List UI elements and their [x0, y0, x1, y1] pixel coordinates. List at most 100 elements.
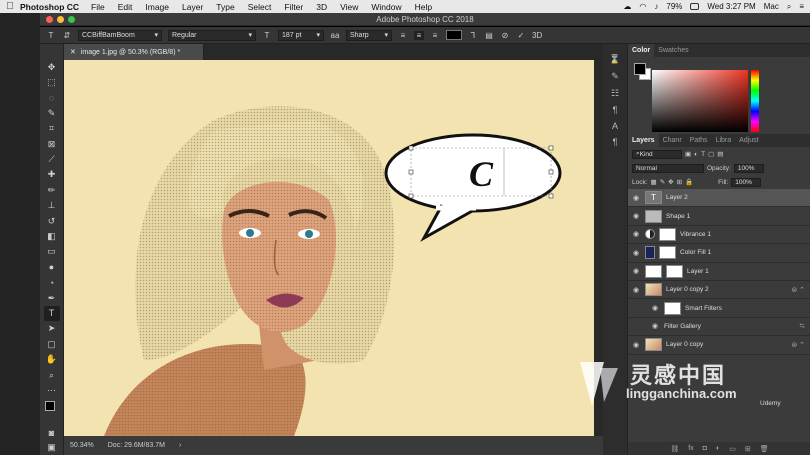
text-orientation-icon[interactable]: ⇵: [62, 31, 72, 40]
more-tools-icon[interactable]: ⋯: [44, 383, 60, 397]
opacity-field[interactable]: 100%: [733, 163, 764, 173]
menu-view[interactable]: View: [340, 2, 358, 12]
layer-name[interactable]: Color Fill 1: [680, 249, 711, 256]
canvas[interactable]: C: [64, 60, 594, 436]
lock-move-icon[interactable]: ✥: [668, 178, 673, 186]
eye-icon[interactable]: ◉: [631, 194, 641, 202]
color-picker-field[interactable]: [652, 70, 748, 132]
zoom-icon[interactable]: [68, 16, 75, 23]
document-tab[interactable]: ✕ image 1.jpg @ 50.3% (RGB/8) *: [64, 44, 204, 60]
hue-slider[interactable]: [751, 70, 759, 132]
menu-window[interactable]: Window: [371, 2, 401, 12]
paragraph-styles-icon[interactable]: ¶: [608, 137, 622, 147]
lock-artboard-icon[interactable]: ⊞: [677, 178, 682, 186]
adjustment-layer-icon[interactable]: ◐: [716, 445, 720, 452]
frame-tool-icon[interactable]: ⊠: [44, 137, 60, 151]
eye-icon[interactable]: ◉: [631, 341, 641, 349]
close-icon[interactable]: [46, 16, 53, 23]
foreground-color[interactable]: [44, 400, 55, 411]
tab-adjustments[interactable]: Adjust: [735, 134, 762, 147]
apple-icon[interactable]: : [0, 1, 20, 12]
lasso-tool-icon[interactable]: ◌: [44, 91, 60, 105]
menu-file[interactable]: File: [91, 2, 105, 12]
kind-filter-select[interactable]: ⌕ Kind: [632, 149, 682, 159]
battery-percent[interactable]: 79%: [666, 2, 682, 11]
filter-type-icon[interactable]: T: [701, 151, 705, 158]
paragraph-icon[interactable]: ¶: [608, 105, 622, 115]
close-tab-icon[interactable]: ✕: [70, 48, 76, 56]
3d-icon[interactable]: 3D: [532, 31, 542, 40]
doc-size[interactable]: Doc: 29.6M/83.7M: [108, 442, 165, 449]
layer-mask-thumb[interactable]: [666, 264, 683, 278]
layer-row[interactable]: ◉ Layer 0 copy ⊜ ⌃: [628, 336, 810, 355]
minimize-icon[interactable]: [57, 16, 64, 23]
quick-mask-icon[interactable]: ◙: [44, 425, 60, 439]
new-layer-icon[interactable]: ⊞: [745, 445, 751, 453]
filter-options-icon[interactable]: ≒: [799, 322, 805, 330]
search-icon[interactable]: ⌕: [787, 2, 791, 12]
foreground-color[interactable]: [634, 63, 646, 75]
new-group-icon[interactable]: ▭: [729, 445, 736, 453]
tab-channels[interactable]: Chanr: [659, 134, 686, 147]
hand-tool-icon[interactable]: ✋: [44, 352, 60, 366]
font-size-field[interactable]: 187 pt ▾: [278, 29, 324, 41]
history-brush-icon[interactable]: ↺: [44, 214, 60, 228]
layer-name[interactable]: Layer 0 copy: [666, 341, 703, 348]
eye-icon[interactable]: ◉: [631, 249, 641, 257]
fx-icon[interactable]: fx: [688, 445, 693, 452]
dodge-tool-icon[interactable]: ◔: [44, 275, 60, 289]
eye-icon[interactable]: ◉: [631, 286, 641, 294]
menu-select[interactable]: Select: [248, 2, 272, 12]
antialias-select[interactable]: Sharp ▾: [346, 29, 392, 41]
properties-icon[interactable]: ☷: [608, 88, 622, 99]
blur-tool-icon[interactable]: ●: [44, 260, 60, 274]
menu-filter[interactable]: Filter: [284, 2, 303, 12]
layer-row[interactable]: ◉ Smart Filters: [628, 299, 810, 318]
font-family-select[interactable]: CCBiffBamBoom ▾: [78, 29, 162, 41]
gradient-tool-icon[interactable]: ▭: [44, 245, 60, 259]
color-swatches[interactable]: [44, 399, 60, 425]
text-color-swatch[interactable]: [446, 30, 462, 40]
cloud-icon[interactable]: ☁: [623, 2, 631, 11]
character-icon[interactable]: A: [608, 121, 622, 131]
character-panel-icon[interactable]: ▤: [484, 31, 494, 40]
tab-color[interactable]: Color: [628, 44, 655, 57]
menu-layer[interactable]: Layer: [182, 2, 203, 12]
layer-name[interactable]: Layer 1: [687, 268, 709, 275]
commit-icon[interactable]: ✓: [516, 31, 526, 40]
menu-type[interactable]: Type: [216, 2, 234, 12]
filter-smart-icon[interactable]: ▤: [717, 150, 723, 158]
filter-pixel-icon[interactable]: ▣: [685, 150, 691, 158]
layer-row[interactable]: ◉ Color Fill 1: [628, 244, 810, 263]
type-tool-icon[interactable]: T: [43, 306, 60, 321]
smart-filter-mask-thumb[interactable]: [664, 301, 681, 315]
screen-mode-icon[interactable]: ▣: [44, 441, 60, 455]
layer-row[interactable]: ◉ Vibrance 1: [628, 226, 810, 245]
layer-name[interactable]: Layer 0 copy 2: [666, 286, 709, 293]
eye-icon[interactable]: ◉: [650, 322, 660, 330]
move-tool-icon[interactable]: ✥: [44, 60, 60, 74]
marquee-tool-icon[interactable]: ⬚: [44, 75, 60, 89]
font-style-select[interactable]: Regular ▾: [168, 29, 256, 41]
layer-name[interactable]: Filter Gallery: [664, 323, 701, 330]
path-select-icon[interactable]: ➤: [44, 322, 60, 336]
shape-tool-icon[interactable]: ▢: [44, 337, 60, 351]
history-icon[interactable]: ⌛: [608, 54, 622, 65]
eye-icon[interactable]: ◉: [650, 304, 660, 312]
clock[interactable]: Wed 3:27 PM: [707, 2, 755, 11]
brush-tool-icon[interactable]: ✏: [44, 183, 60, 197]
pen-tool-icon[interactable]: ✒: [44, 291, 60, 305]
app-menu[interactable]: Photoshop CC: [20, 2, 79, 12]
zoom-level[interactable]: 50.34%: [70, 442, 94, 449]
brush-settings-icon[interactable]: ✎: [608, 71, 622, 82]
fill-field[interactable]: 100%: [731, 177, 762, 187]
cancel-icon[interactable]: ⊘: [500, 31, 510, 40]
eye-icon[interactable]: ◉: [631, 212, 641, 220]
battery-icon[interactable]: [690, 3, 700, 10]
menu-3d[interactable]: 3D: [316, 2, 327, 12]
layer-name[interactable]: Layer 2: [666, 194, 688, 201]
layer-mask-thumb[interactable]: [659, 246, 676, 260]
crop-tool-icon[interactable]: ⌗: [44, 122, 60, 136]
eyedropper-tool-icon[interactable]: ⟋: [44, 152, 60, 166]
lock-pixels-icon[interactable]: ▦: [651, 178, 657, 186]
